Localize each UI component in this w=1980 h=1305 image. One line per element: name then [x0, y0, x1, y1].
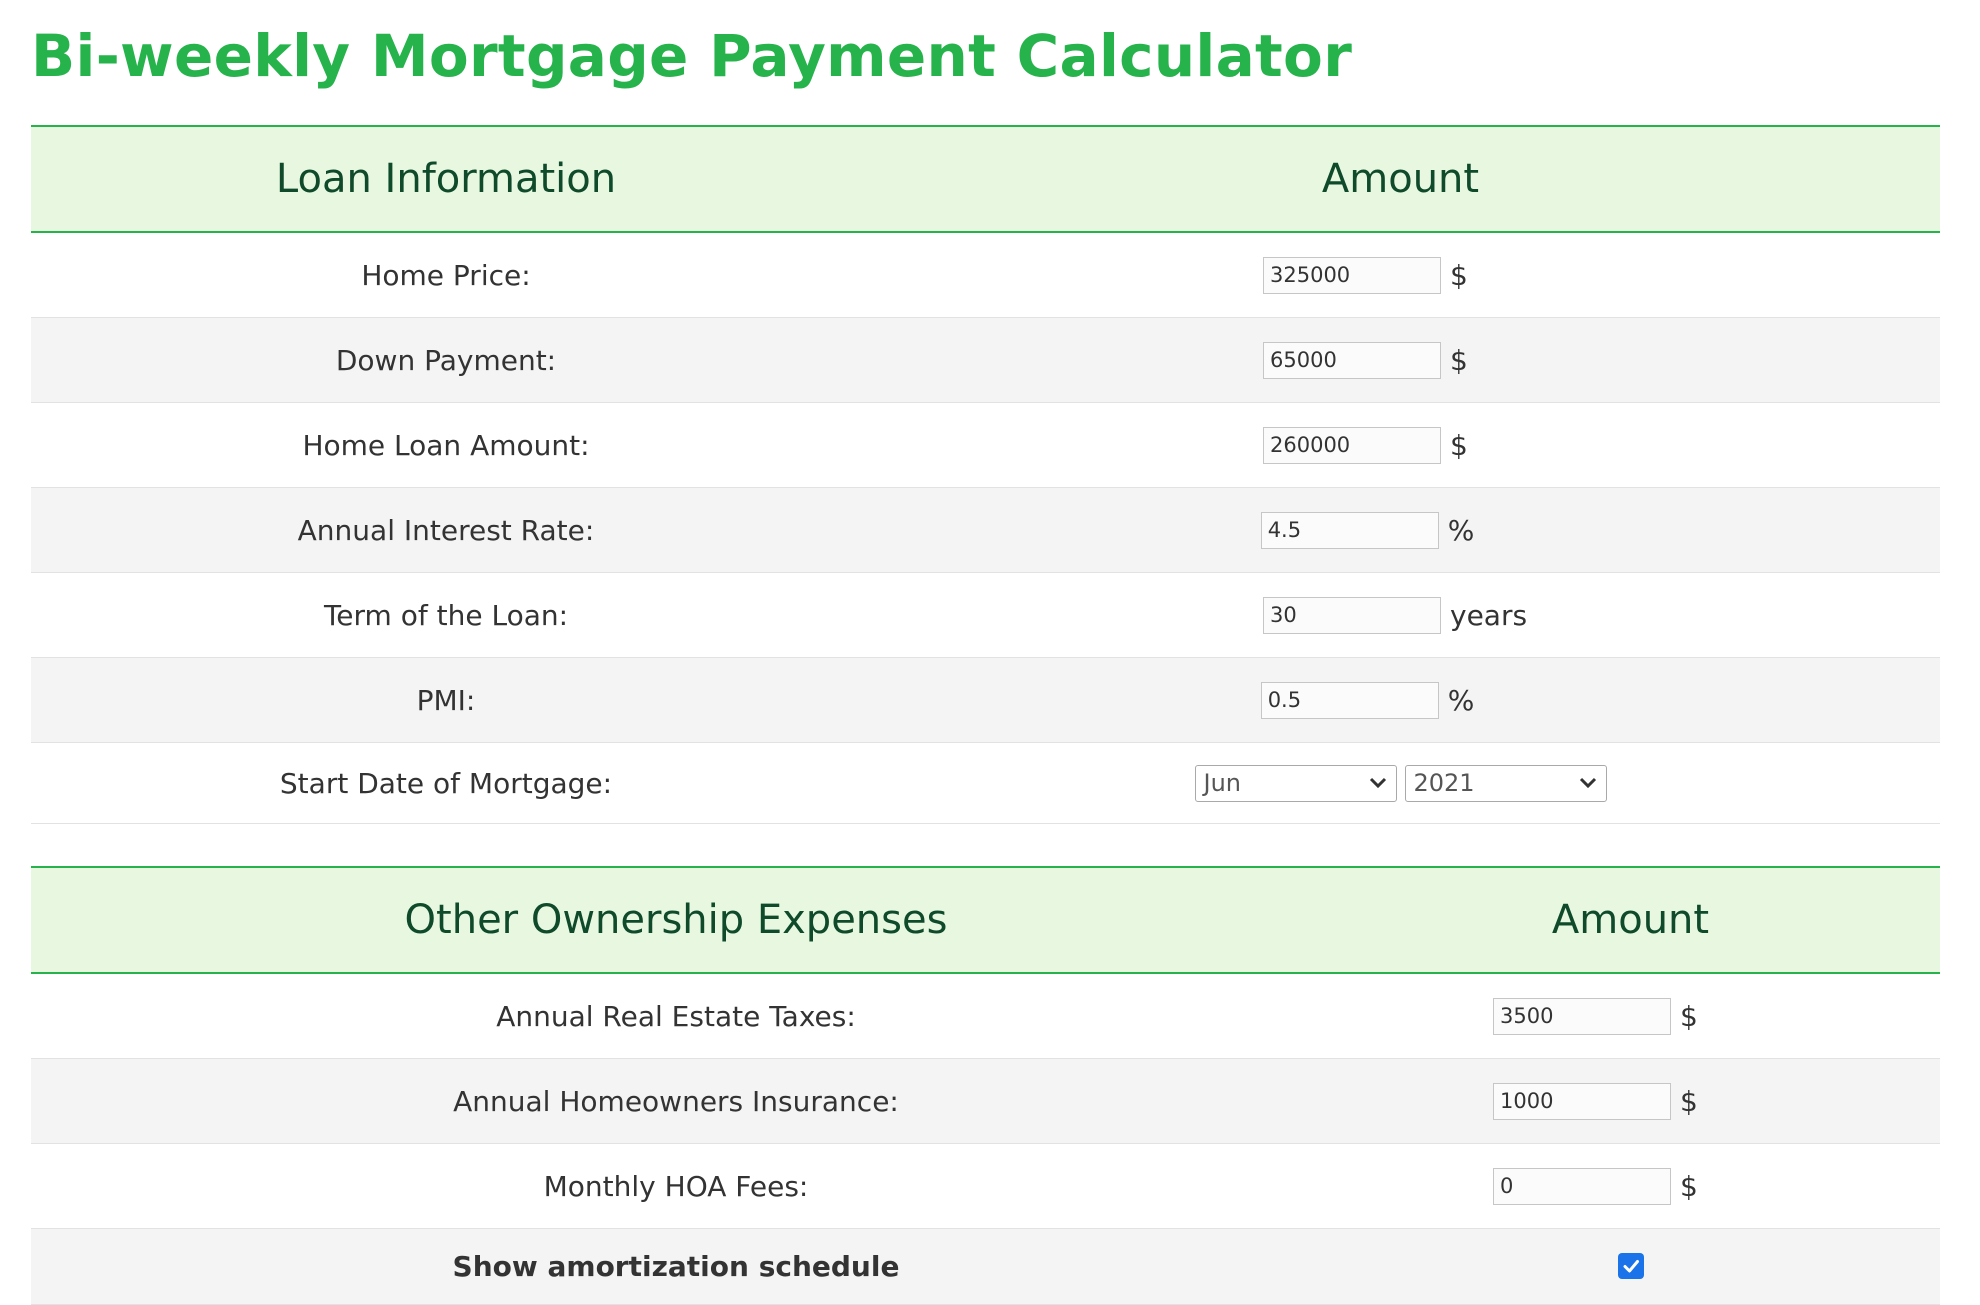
start-date-cell: Jun 2021	[861, 742, 1940, 824]
home-loan-amount-unit: $	[1450, 428, 1468, 462]
loan-term-label: Term of the Loan:	[31, 572, 861, 658]
interest-rate-colon: :	[584, 513, 595, 547]
down-payment-cell: $	[861, 317, 1940, 403]
table-row: Annual Interest Rate: %	[31, 487, 1940, 573]
real-estate-taxes-unit: $	[1680, 999, 1698, 1033]
real-estate-taxes-cell: $	[1321, 973, 1940, 1059]
loan-table-header: Loan Information Amount	[31, 125, 1940, 233]
real-estate-taxes-label: Annual Real Estate Taxes:	[31, 973, 1321, 1059]
table-row: Down Payment: $	[31, 317, 1940, 403]
ownership-expenses-heading: Other Ownership Expenses	[31, 866, 1321, 974]
page-title: Bi-weekly Mortgage Payment Calculator	[31, 22, 1353, 90]
table-row: Show amortization schedule	[31, 1228, 1940, 1305]
ownership-expenses-table: Other Ownership Expenses Amount Annual R…	[31, 866, 1940, 1305]
amortization-checkbox[interactable]	[1617, 1253, 1644, 1279]
table-row: Annual Homeowners Insurance: $	[31, 1058, 1940, 1144]
home-loan-amount-cell: $	[861, 402, 1940, 488]
interest-rate-link[interactable]: Annual Interest Rate	[298, 514, 585, 547]
table-row: Monthly HOA Fees: $	[31, 1143, 1940, 1229]
calculator-page: Bi-weekly Mortgage Payment Calculator Lo…	[0, 0, 1980, 1305]
interest-rate-cell: %	[861, 487, 1940, 573]
homeowners-insurance-label: Annual Homeowners Insurance:	[31, 1058, 1321, 1144]
interest-rate-label-cell: Annual Interest Rate:	[31, 487, 861, 573]
hoa-fees-input[interactable]	[1493, 1167, 1671, 1205]
table-row: Term of the Loan: years	[31, 572, 1940, 658]
homeowners-insurance-cell: $	[1321, 1058, 1940, 1144]
loan-term-input[interactable]	[1263, 596, 1441, 634]
home-price-cell: $	[861, 232, 1940, 318]
home-price-label: Home Price:	[31, 232, 861, 318]
interest-rate-input[interactable]	[1260, 511, 1439, 549]
chevron-down-icon	[1579, 777, 1596, 789]
start-year-value: 2021	[1413, 769, 1475, 797]
amortization-label: Show amortization schedule	[31, 1228, 1321, 1305]
home-price-input[interactable]	[1263, 256, 1441, 294]
homeowners-insurance-input[interactable]	[1493, 1082, 1671, 1120]
hoa-fees-label: Monthly HOA Fees:	[31, 1143, 1321, 1229]
loan-term-unit: years	[1450, 598, 1528, 632]
hoa-fees-unit: $	[1680, 1169, 1698, 1203]
chevron-down-icon	[1369, 777, 1386, 789]
down-payment-label: Down Payment:	[31, 317, 861, 403]
table-row: Annual Real Estate Taxes: $	[31, 973, 1940, 1059]
start-month-select[interactable]: Jun	[1194, 764, 1397, 802]
home-loan-amount-label: Home Loan Amount:	[31, 402, 861, 488]
loan-term-cell: years	[861, 572, 1940, 658]
expense-table-header: Other Ownership Expenses Amount	[31, 866, 1940, 974]
loan-information-table: Loan Information Amount Home Price: $ Do…	[31, 125, 1940, 824]
down-payment-input[interactable]	[1263, 341, 1441, 379]
pmi-input[interactable]	[1260, 681, 1439, 719]
start-year-select[interactable]: 2021	[1404, 764, 1607, 802]
pmi-unit: %	[1447, 683, 1475, 717]
table-row: Home Loan Amount: $	[31, 402, 1940, 488]
table-row: PMI: %	[31, 657, 1940, 743]
down-payment-unit: $	[1450, 343, 1468, 377]
start-month-value: Jun	[1203, 769, 1242, 797]
amortization-cell	[1321, 1228, 1940, 1305]
pmi-label: PMI:	[31, 657, 861, 743]
loan-information-heading: Loan Information	[31, 125, 861, 233]
homeowners-insurance-unit: $	[1680, 1084, 1698, 1118]
expense-amount-heading: Amount	[1321, 866, 1940, 974]
interest-rate-unit: %	[1447, 513, 1475, 547]
start-date-label: Start Date of Mortgage:	[31, 742, 861, 824]
home-price-unit: $	[1450, 258, 1468, 292]
real-estate-taxes-input[interactable]	[1493, 997, 1671, 1035]
table-row: Home Price: $	[31, 232, 1940, 318]
loan-amount-heading: Amount	[861, 125, 1940, 233]
hoa-fees-cell: $	[1321, 1143, 1940, 1229]
checkmark-icon	[1623, 1260, 1639, 1273]
pmi-cell: %	[861, 657, 1940, 743]
table-row: Start Date of Mortgage: Jun 2021	[31, 742, 1940, 824]
home-loan-amount-input[interactable]	[1263, 426, 1441, 464]
